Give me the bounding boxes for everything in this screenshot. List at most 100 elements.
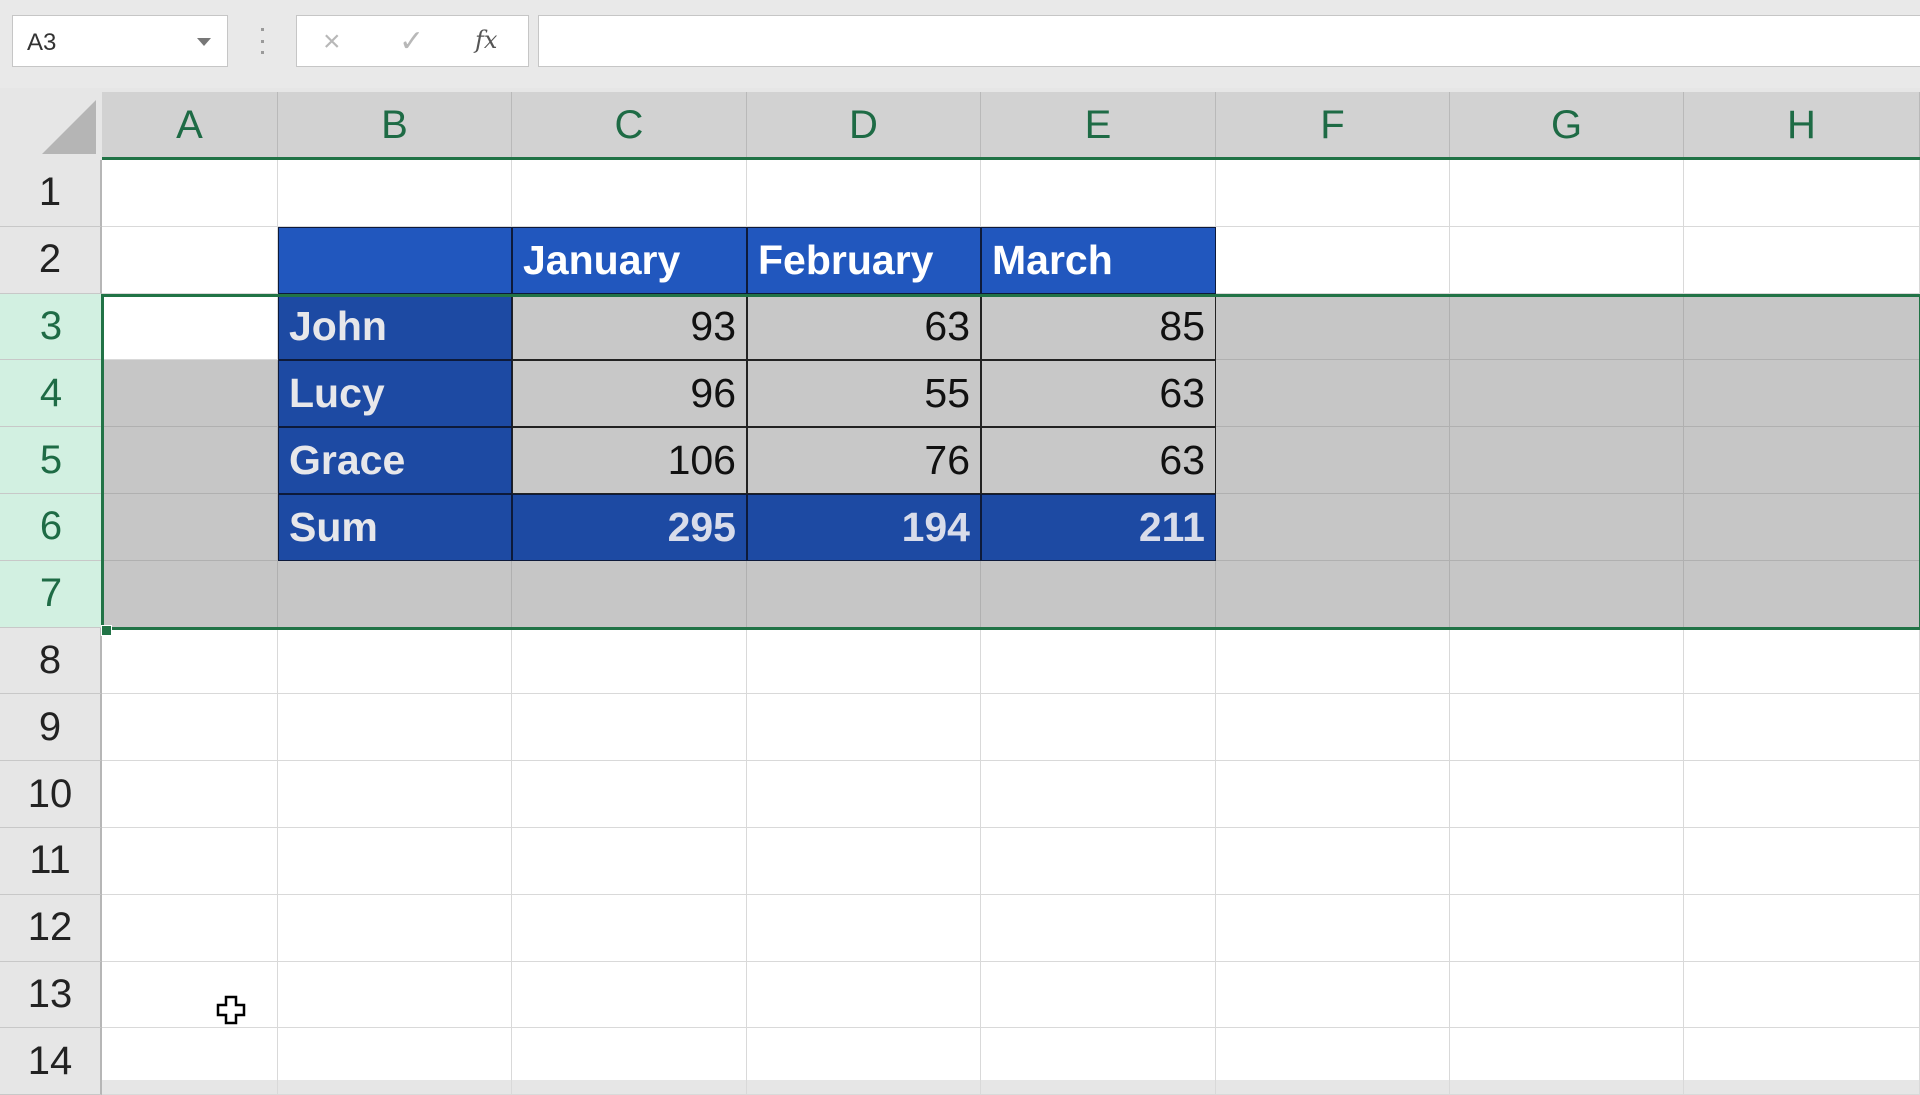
cell-g2[interactable] <box>1450 226 1684 294</box>
cell-f7[interactable] <box>1216 560 1450 628</box>
cell-e14[interactable] <box>981 1028 1216 1095</box>
cell-a8[interactable] <box>102 627 278 695</box>
formula-input[interactable] <box>538 15 1920 67</box>
row-header-3[interactable]: 3 <box>0 293 102 361</box>
cell-f10[interactable] <box>1216 761 1450 828</box>
cell-h12[interactable] <box>1684 894 1920 962</box>
select-all-button[interactable] <box>0 92 102 160</box>
cell-f3[interactable] <box>1216 293 1450 361</box>
column-header-d[interactable]: D <box>747 92 981 158</box>
cell-g3[interactable] <box>1450 293 1684 361</box>
cell-h2[interactable] <box>1684 226 1920 294</box>
table-value-cell[interactable]: 93 <box>512 293 747 361</box>
table-corner-header[interactable] <box>278 226 512 294</box>
cell-g4[interactable] <box>1450 360 1684 428</box>
cell-h7[interactable] <box>1684 560 1920 628</box>
table-value-cell[interactable]: 63 <box>747 293 981 361</box>
cell-a7[interactable] <box>102 560 278 628</box>
row-header-1[interactable]: 1 <box>0 160 102 227</box>
cell-c11[interactable] <box>512 828 747 895</box>
cell-b11[interactable] <box>278 828 512 895</box>
row-header-5[interactable]: 5 <box>0 427 102 494</box>
table-value-cell[interactable]: 63 <box>981 427 1216 494</box>
cell-g10[interactable] <box>1450 761 1684 828</box>
cell-e7[interactable] <box>981 560 1216 628</box>
cell-h4[interactable] <box>1684 360 1920 428</box>
cell-g14[interactable] <box>1450 1028 1684 1095</box>
cell-d13[interactable] <box>747 961 981 1029</box>
row-header-6[interactable]: 6 <box>0 494 102 561</box>
insert-function-icon[interactable]: fx <box>475 26 497 54</box>
cell-g8[interactable] <box>1450 627 1684 695</box>
row-header-12[interactable]: 12 <box>0 894 102 962</box>
cell-d8[interactable] <box>747 627 981 695</box>
cell-e9[interactable] <box>981 694 1216 762</box>
cell-e10[interactable] <box>981 761 1216 828</box>
cell-d7[interactable] <box>747 560 981 628</box>
cell-f6[interactable] <box>1216 494 1450 561</box>
row-header-4[interactable]: 4 <box>0 360 102 428</box>
column-header-c[interactable]: C <box>512 92 747 158</box>
cell-e11[interactable] <box>981 828 1216 895</box>
cell-g1[interactable] <box>1450 160 1684 227</box>
row-header-14[interactable]: 14 <box>0 1028 102 1095</box>
column-header-g[interactable]: G <box>1450 92 1684 158</box>
chevron-down-icon[interactable] <box>197 38 211 46</box>
cell-c1[interactable] <box>512 160 747 227</box>
column-header-a[interactable]: A <box>102 92 278 158</box>
cell-b8[interactable] <box>278 627 512 695</box>
cell-g13[interactable] <box>1450 961 1684 1029</box>
cell-b12[interactable] <box>278 894 512 962</box>
cell-b9[interactable] <box>278 694 512 762</box>
cell-h14[interactable] <box>1684 1028 1920 1095</box>
column-header-e[interactable]: E <box>981 92 1216 158</box>
cell-a12[interactable] <box>102 894 278 962</box>
cell-a1[interactable] <box>102 160 278 227</box>
cell-h9[interactable] <box>1684 694 1920 762</box>
cell-a4[interactable] <box>102 360 278 428</box>
cell-g9[interactable] <box>1450 694 1684 762</box>
cancel-icon[interactable]: × <box>323 24 341 60</box>
cell-e12[interactable] <box>981 894 1216 962</box>
cell-a10[interactable] <box>102 761 278 828</box>
cell-h10[interactable] <box>1684 761 1920 828</box>
cell-h5[interactable] <box>1684 427 1920 494</box>
cell-a2[interactable] <box>102 226 278 294</box>
cell-d10[interactable] <box>747 761 981 828</box>
table-row-name[interactable]: Grace <box>278 427 512 494</box>
cell-g7[interactable] <box>1450 560 1684 628</box>
cell-d14[interactable] <box>747 1028 981 1095</box>
cell-e13[interactable] <box>981 961 1216 1029</box>
column-header-f[interactable]: F <box>1216 92 1450 158</box>
row-header-7[interactable]: 7 <box>0 560 102 628</box>
cell-f1[interactable] <box>1216 160 1450 227</box>
cell-a11[interactable] <box>102 828 278 895</box>
cell-g6[interactable] <box>1450 494 1684 561</box>
cell-h13[interactable] <box>1684 961 1920 1029</box>
table-value-cell[interactable]: 106 <box>512 427 747 494</box>
cell-a5[interactable] <box>102 427 278 494</box>
cell-a6[interactable] <box>102 494 278 561</box>
table-value-cell[interactable]: 55 <box>747 360 981 428</box>
cell-c13[interactable] <box>512 961 747 1029</box>
cell-d1[interactable] <box>747 160 981 227</box>
cell-e1[interactable] <box>981 160 1216 227</box>
cell-b14[interactable] <box>278 1028 512 1095</box>
row-header-11[interactable]: 11 <box>0 828 102 895</box>
sum-value-cell[interactable]: 211 <box>981 494 1216 561</box>
table-header-month[interactable]: January <box>512 226 747 294</box>
cell-b13[interactable] <box>278 961 512 1029</box>
cell-a3[interactable] <box>102 293 278 361</box>
cell-g5[interactable] <box>1450 427 1684 494</box>
row-header-10[interactable]: 10 <box>0 761 102 828</box>
cell-f4[interactable] <box>1216 360 1450 428</box>
row-header-8[interactable]: 8 <box>0 627 102 695</box>
cell-a14[interactable] <box>102 1028 278 1095</box>
fill-handle[interactable] <box>101 625 112 636</box>
column-header-h[interactable]: H <box>1684 92 1920 158</box>
cell-c10[interactable] <box>512 761 747 828</box>
cell-e8[interactable] <box>981 627 1216 695</box>
enter-check-icon[interactable]: ✓ <box>399 24 424 60</box>
table-header-month[interactable]: February <box>747 226 981 294</box>
cell-d12[interactable] <box>747 894 981 962</box>
